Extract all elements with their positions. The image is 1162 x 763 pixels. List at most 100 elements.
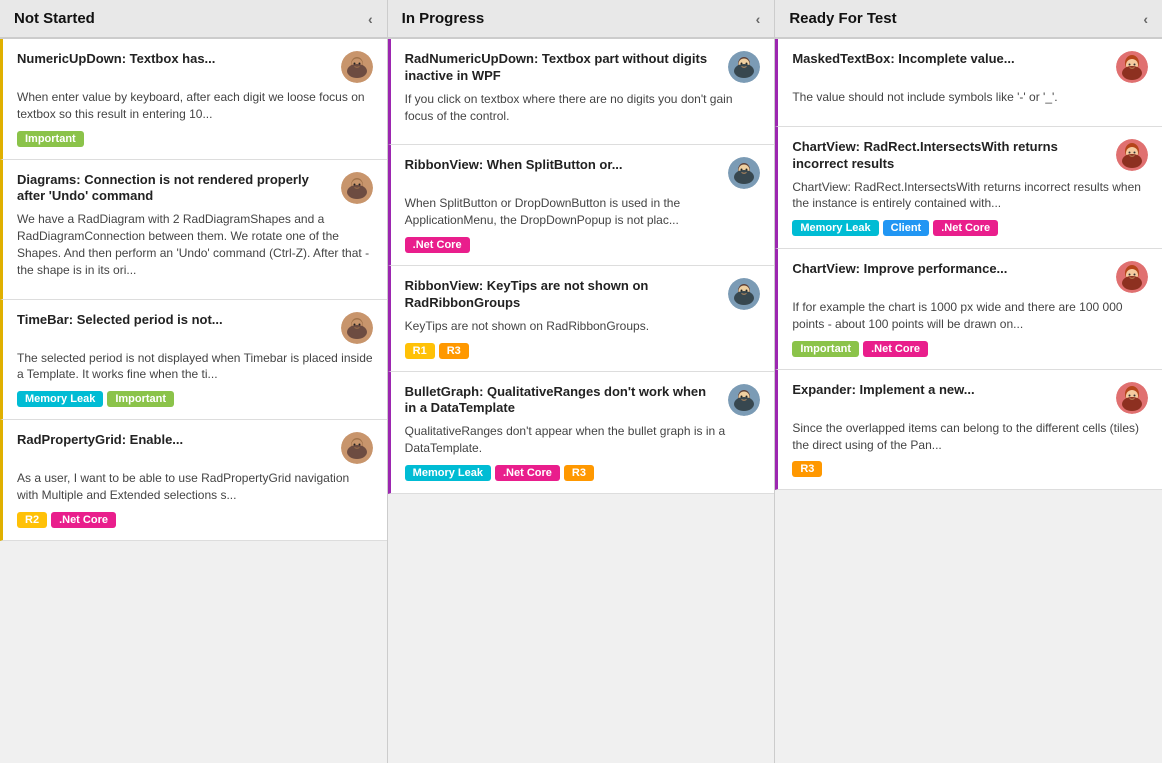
chevron-icon-ready-for-test[interactable]: ‹ xyxy=(1143,11,1148,27)
tag-tag-r3[interactable]: R3 xyxy=(439,343,469,359)
card-body-card-6: When SplitButton or DropDownButton is us… xyxy=(405,195,761,229)
tag-tag-net-core[interactable]: .Net Core xyxy=(495,465,560,481)
card-header-card-11: ChartView: Improve performance... xyxy=(792,261,1148,293)
card-card-8[interactable]: BulletGraph: QualitativeRanges don't wor… xyxy=(388,372,775,494)
card-card-11[interactable]: ChartView: Improve performance... If for… xyxy=(775,249,1162,370)
card-body-card-9: The value should not include symbols lik… xyxy=(792,89,1148,106)
card-card-9[interactable]: MaskedTextBox: Incomplete value... The v… xyxy=(775,39,1162,127)
card-header-card-9: MaskedTextBox: Incomplete value... xyxy=(792,51,1148,83)
column-not-started: Not Started ‹ NumericUpDown: Textbox has..… xyxy=(0,0,388,763)
avatar-card-2 xyxy=(341,172,373,204)
tag-tag-memory-leak[interactable]: Memory Leak xyxy=(405,465,491,481)
cards-list-in-progress: RadNumericUpDown: Textbox part without d… xyxy=(388,39,775,763)
card-tags-card-12: R3 xyxy=(792,461,1148,477)
cards-list-not-started: NumericUpDown: Textbox has... When enter… xyxy=(0,39,387,763)
card-tags-card-3: Memory LeakImportant xyxy=(17,391,373,407)
card-title-card-10: ChartView: RadRect.IntersectsWith return… xyxy=(792,139,1116,173)
tag-tag-important[interactable]: Important xyxy=(107,391,174,407)
avatar-card-5 xyxy=(728,51,760,83)
tag-tag-r3[interactable]: R3 xyxy=(792,461,822,477)
card-title-card-12: Expander: Implement a new... xyxy=(792,382,1116,399)
card-title-card-3: TimeBar: Selected period is not... xyxy=(17,312,341,329)
card-header-card-7: RibbonView: KeyTips are not shown on Rad… xyxy=(405,278,761,312)
chevron-icon-not-started[interactable]: ‹ xyxy=(368,11,373,27)
card-card-3[interactable]: TimeBar: Selected period is not... The s… xyxy=(0,300,387,421)
tag-tag-memory-leak[interactable]: Memory Leak xyxy=(792,220,878,236)
tag-tag-net-core[interactable]: .Net Core xyxy=(933,220,998,236)
card-body-card-10: ChartView: RadRect.IntersectsWith return… xyxy=(792,179,1148,213)
column-header-in-progress: In Progress ‹ xyxy=(388,0,775,39)
card-title-card-11: ChartView: Improve performance... xyxy=(792,261,1116,278)
card-body-card-8: QualitativeRanges don't appear when the … xyxy=(405,423,761,457)
card-header-card-3: TimeBar: Selected period is not... xyxy=(17,312,373,344)
card-card-5[interactable]: RadNumericUpDown: Textbox part without d… xyxy=(388,39,775,145)
avatar-card-7 xyxy=(728,278,760,310)
card-tags-card-7: R1R3 xyxy=(405,343,761,359)
card-title-card-4: RadPropertyGrid: Enable... xyxy=(17,432,341,449)
card-header-card-2: Diagrams: Connection is not rendered pro… xyxy=(17,172,373,206)
card-card-10[interactable]: ChartView: RadRect.IntersectsWith return… xyxy=(775,127,1162,249)
card-title-card-1: NumericUpDown: Textbox has... xyxy=(17,51,341,68)
card-card-7[interactable]: RibbonView: KeyTips are not shown on Rad… xyxy=(388,266,775,372)
tag-tag-memory-leak[interactable]: Memory Leak xyxy=(17,391,103,407)
avatar-card-12 xyxy=(1116,382,1148,414)
column-in-progress: In Progress ‹ RadNumericUpDown: Textbox pa… xyxy=(388,0,776,763)
card-tags-card-6: .Net Core xyxy=(405,237,761,253)
card-title-card-2: Diagrams: Connection is not rendered pro… xyxy=(17,172,341,206)
avatar-card-8 xyxy=(728,384,760,416)
card-title-card-5: RadNumericUpDown: Textbox part without d… xyxy=(405,51,729,85)
tag-tag-net-core[interactable]: .Net Core xyxy=(51,512,116,528)
avatar-card-4 xyxy=(341,432,373,464)
card-tags-card-11: Important.Net Core xyxy=(792,341,1148,357)
tag-tag-net-core[interactable]: .Net Core xyxy=(863,341,928,357)
column-title-in-progress: In Progress xyxy=(402,10,485,27)
tag-tag-r3[interactable]: R3 xyxy=(564,465,594,481)
card-header-card-4: RadPropertyGrid: Enable... xyxy=(17,432,373,464)
tag-tag-net-core[interactable]: .Net Core xyxy=(405,237,470,253)
card-card-6[interactable]: RibbonView: When SplitButton or... When … xyxy=(388,145,775,266)
card-tags-card-10: Memory Leak Client.Net Core xyxy=(792,220,1148,236)
tag-tag-client[interactable]: Client xyxy=(883,220,930,236)
column-ready-for-test: Ready For Test ‹ MaskedTextBox: Incomplete… xyxy=(775,0,1162,763)
tag-tag-important[interactable]: Important xyxy=(792,341,859,357)
card-title-card-6: RibbonView: When SplitButton or... xyxy=(405,157,729,174)
tag-tag-r2[interactable]: R2 xyxy=(17,512,47,528)
avatar-card-10 xyxy=(1116,139,1148,171)
card-card-2[interactable]: Diagrams: Connection is not rendered pro… xyxy=(0,160,387,300)
card-body-card-3: The selected period is not displayed whe… xyxy=(17,350,373,384)
card-title-card-9: MaskedTextBox: Incomplete value... xyxy=(792,51,1116,68)
card-body-card-12: Since the overlapped items can belong to… xyxy=(792,420,1148,454)
card-body-card-4: As a user, I want to be able to use RadP… xyxy=(17,470,373,504)
card-title-card-8: BulletGraph: QualitativeRanges don't wor… xyxy=(405,384,729,418)
card-header-card-12: Expander: Implement a new... xyxy=(792,382,1148,414)
card-header-card-6: RibbonView: When SplitButton or... xyxy=(405,157,761,189)
card-tags-card-1: Important xyxy=(17,131,373,147)
card-tags-card-8: Memory Leak.Net CoreR3 xyxy=(405,465,761,481)
card-card-4[interactable]: RadPropertyGrid: Enable... As a user, I … xyxy=(0,420,387,541)
avatar-card-6 xyxy=(728,157,760,189)
card-tags-card-4: R2.Net Core xyxy=(17,512,373,528)
column-header-ready-for-test: Ready For Test ‹ xyxy=(775,0,1162,39)
card-body-card-2: We have a RadDiagram with 2 RadDiagramSh… xyxy=(17,211,373,278)
avatar-card-9 xyxy=(1116,51,1148,83)
column-header-not-started: Not Started ‹ xyxy=(0,0,387,39)
tag-tag-important[interactable]: Important xyxy=(17,131,84,147)
card-card-12[interactable]: Expander: Implement a new... Since the o… xyxy=(775,370,1162,491)
card-card-1[interactable]: NumericUpDown: Textbox has... When enter… xyxy=(0,39,387,160)
avatar-card-3 xyxy=(341,312,373,344)
card-body-card-11: If for example the chart is 1000 px wide… xyxy=(792,299,1148,333)
avatar-card-1 xyxy=(341,51,373,83)
column-title-ready-for-test: Ready For Test xyxy=(789,10,896,27)
chevron-icon-in-progress[interactable]: ‹ xyxy=(756,11,761,27)
card-header-card-8: BulletGraph: QualitativeRanges don't wor… xyxy=(405,384,761,418)
card-header-card-1: NumericUpDown: Textbox has... xyxy=(17,51,373,83)
column-title-not-started: Not Started xyxy=(14,10,95,27)
cards-list-ready-for-test: MaskedTextBox: Incomplete value... The v… xyxy=(775,39,1162,763)
card-body-card-1: When enter value by keyboard, after each… xyxy=(17,89,373,123)
kanban-board: Not Started ‹ NumericUpDown: Textbox has..… xyxy=(0,0,1162,763)
card-header-card-10: ChartView: RadRect.IntersectsWith return… xyxy=(792,139,1148,173)
tag-tag-r1[interactable]: R1 xyxy=(405,343,435,359)
card-header-card-5: RadNumericUpDown: Textbox part without d… xyxy=(405,51,761,85)
card-body-card-5: If you click on textbox where there are … xyxy=(405,91,761,125)
card-body-card-7: KeyTips are not shown on RadRibbonGroups… xyxy=(405,318,761,335)
